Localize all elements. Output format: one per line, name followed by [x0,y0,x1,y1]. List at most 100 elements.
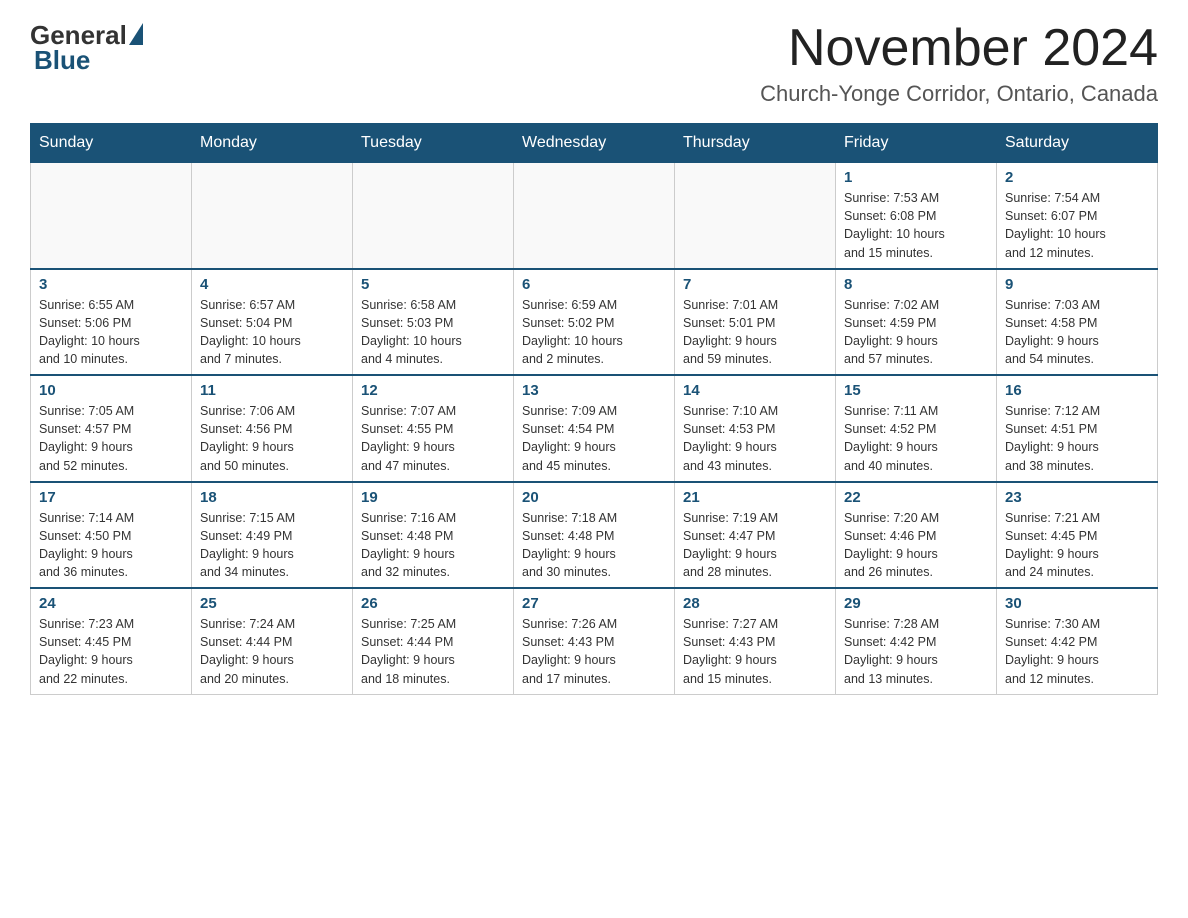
calendar-cell: 3 Sunrise: 6:55 AMSunset: 5:06 PMDaylight… [31,269,192,376]
day-info: Sunrise: 6:58 AMSunset: 5:03 PMDaylight:… [361,296,505,369]
day-info: Sunrise: 7:15 AMSunset: 4:49 PMDaylight:… [200,509,344,582]
weekday-header-tuesday: Tuesday [353,124,514,163]
calendar-week-row: 1 Sunrise: 7:53 AMSunset: 6:08 PMDaylight… [31,163,1158,269]
calendar-cell [31,163,192,269]
weekday-header-saturday: Saturday [997,124,1158,163]
day-info: Sunrise: 7:25 AMSunset: 4:44 PMDaylight:… [361,615,505,688]
day-number: 3 [39,276,183,293]
day-info: Sunrise: 7:23 AMSunset: 4:45 PMDaylight:… [39,615,183,688]
calendar-cell: 5 Sunrise: 6:58 AMSunset: 5:03 PMDaylight… [353,269,514,376]
day-info: Sunrise: 7:26 AMSunset: 4:43 PMDaylight:… [522,615,666,688]
page-header: General Blue November 2024 Church-Yonge … [30,20,1158,107]
day-info: Sunrise: 7:09 AMSunset: 4:54 PMDaylight:… [522,402,666,475]
day-number: 28 [683,595,827,612]
calendar-cell: 12Sunrise: 7:07 AMSunset: 4:55 PMDayligh… [353,375,514,482]
day-info: Sunrise: 6:55 AMSunset: 5:06 PMDaylight:… [39,296,183,369]
day-info: Sunrise: 6:59 AMSunset: 5:02 PMDaylight:… [522,296,666,369]
day-info: Sunrise: 7:16 AMSunset: 4:48 PMDaylight:… [361,509,505,582]
calendar-cell: 1 Sunrise: 7:53 AMSunset: 6:08 PMDaylight… [836,163,997,269]
calendar-cell: 8 Sunrise: 7:02 AMSunset: 4:59 PMDaylight… [836,269,997,376]
day-number: 10 [39,382,183,399]
day-info: Sunrise: 7:27 AMSunset: 4:43 PMDaylight:… [683,615,827,688]
calendar-cell [192,163,353,269]
logo: General Blue [30,20,143,76]
day-number: 2 [1005,169,1149,186]
calendar-cell [353,163,514,269]
day-number: 6 [522,276,666,293]
weekday-header-monday: Monday [192,124,353,163]
day-info: Sunrise: 7:18 AMSunset: 4:48 PMDaylight:… [522,509,666,582]
location-title: Church-Yonge Corridor, Ontario, Canada [760,81,1158,107]
day-number: 18 [200,489,344,506]
day-info: Sunrise: 7:12 AMSunset: 4:51 PMDaylight:… [1005,402,1149,475]
day-info: Sunrise: 7:10 AMSunset: 4:53 PMDaylight:… [683,402,827,475]
calendar-cell: 7 Sunrise: 7:01 AMSunset: 5:01 PMDaylight… [675,269,836,376]
day-number: 23 [1005,489,1149,506]
day-number: 22 [844,489,988,506]
day-info: Sunrise: 7:01 AMSunset: 5:01 PMDaylight:… [683,296,827,369]
day-info: Sunrise: 7:14 AMSunset: 4:50 PMDaylight:… [39,509,183,582]
day-info: Sunrise: 7:03 AMSunset: 4:58 PMDaylight:… [1005,296,1149,369]
day-number: 21 [683,489,827,506]
calendar-cell: 6 Sunrise: 6:59 AMSunset: 5:02 PMDaylight… [514,269,675,376]
day-info: Sunrise: 7:30 AMSunset: 4:42 PMDaylight:… [1005,615,1149,688]
day-number: 15 [844,382,988,399]
day-info: Sunrise: 7:06 AMSunset: 4:56 PMDaylight:… [200,402,344,475]
day-number: 29 [844,595,988,612]
day-number: 13 [522,382,666,399]
day-number: 7 [683,276,827,293]
calendar-cell: 18 Sunrise: 7:15 AMSunset: 4:49 PMDayligh… [192,482,353,589]
day-number: 20 [522,489,666,506]
logo-blue-text: Blue [34,45,90,76]
month-title: November 2024 [760,20,1158,77]
day-number: 11 [200,382,344,399]
calendar-cell: 25Sunrise: 7:24 AMSunset: 4:44 PMDayligh… [192,588,353,694]
day-info: Sunrise: 6:57 AMSunset: 5:04 PMDaylight:… [200,296,344,369]
day-number: 30 [1005,595,1149,612]
day-number: 4 [200,276,344,293]
day-number: 1 [844,169,988,186]
day-number: 14 [683,382,827,399]
day-info: Sunrise: 7:05 AMSunset: 4:57 PMDaylight:… [39,402,183,475]
day-info: Sunrise: 7:20 AMSunset: 4:46 PMDaylight:… [844,509,988,582]
calendar-cell: 30 Sunrise: 7:30 AMSunset: 4:42 PMDayligh… [997,588,1158,694]
calendar-cell: 13 Sunrise: 7:09 AMSunset: 4:54 PMDayligh… [514,375,675,482]
day-info: Sunrise: 7:53 AMSunset: 6:08 PMDaylight:… [844,189,988,262]
day-info: Sunrise: 7:11 AMSunset: 4:52 PMDaylight:… [844,402,988,475]
day-number: 5 [361,276,505,293]
day-number: 17 [39,489,183,506]
title-area: November 2024 Church-Yonge Corridor, Ont… [760,20,1158,107]
calendar-cell: 24 Sunrise: 7:23 AMSunset: 4:45 PMDayligh… [31,588,192,694]
calendar-cell: 20 Sunrise: 7:18 AMSunset: 4:48 PMDayligh… [514,482,675,589]
day-info: Sunrise: 7:19 AMSunset: 4:47 PMDaylight:… [683,509,827,582]
day-number: 12 [361,382,505,399]
day-info: Sunrise: 7:24 AMSunset: 4:44 PMDaylight:… [200,615,344,688]
day-number: 16 [1005,382,1149,399]
calendar-cell: 11 Sunrise: 7:06 AMSunset: 4:56 PMDayligh… [192,375,353,482]
calendar-cell: 21 Sunrise: 7:19 AMSunset: 4:47 PMDayligh… [675,482,836,589]
calendar-cell: 29 Sunrise: 7:28 AMSunset: 4:42 PMDayligh… [836,588,997,694]
day-number: 9 [1005,276,1149,293]
day-info: Sunrise: 7:54 AMSunset: 6:07 PMDaylight:… [1005,189,1149,262]
day-info: Sunrise: 7:02 AMSunset: 4:59 PMDaylight:… [844,296,988,369]
weekday-header-row: SundayMondayTuesdayWednesdayThursdayFrid… [31,124,1158,163]
day-number: 27 [522,595,666,612]
calendar-cell: 2 Sunrise: 7:54 AMSunset: 6:07 PMDaylight… [997,163,1158,269]
day-number: 19 [361,489,505,506]
day-info: Sunrise: 7:21 AMSunset: 4:45 PMDaylight:… [1005,509,1149,582]
logo-triangle-icon [129,23,143,45]
calendar-week-row: 17 Sunrise: 7:14 AMSunset: 4:50 PMDayligh… [31,482,1158,589]
calendar-week-row: 10 Sunrise: 7:05 AMSunset: 4:57 PMDayligh… [31,375,1158,482]
calendar-cell: 23 Sunrise: 7:21 AMSunset: 4:45 PMDayligh… [997,482,1158,589]
calendar-cell: 22 Sunrise: 7:20 AMSunset: 4:46 PMDayligh… [836,482,997,589]
weekday-header-sunday: Sunday [31,124,192,163]
calendar-cell [675,163,836,269]
calendar-week-row: 3 Sunrise: 6:55 AMSunset: 5:06 PMDaylight… [31,269,1158,376]
day-info: Sunrise: 7:28 AMSunset: 4:42 PMDaylight:… [844,615,988,688]
day-number: 8 [844,276,988,293]
day-number: 26 [361,595,505,612]
calendar-cell: 28 Sunrise: 7:27 AMSunset: 4:43 PMDayligh… [675,588,836,694]
calendar-week-row: 24 Sunrise: 7:23 AMSunset: 4:45 PMDayligh… [31,588,1158,694]
day-number: 24 [39,595,183,612]
calendar-cell [514,163,675,269]
